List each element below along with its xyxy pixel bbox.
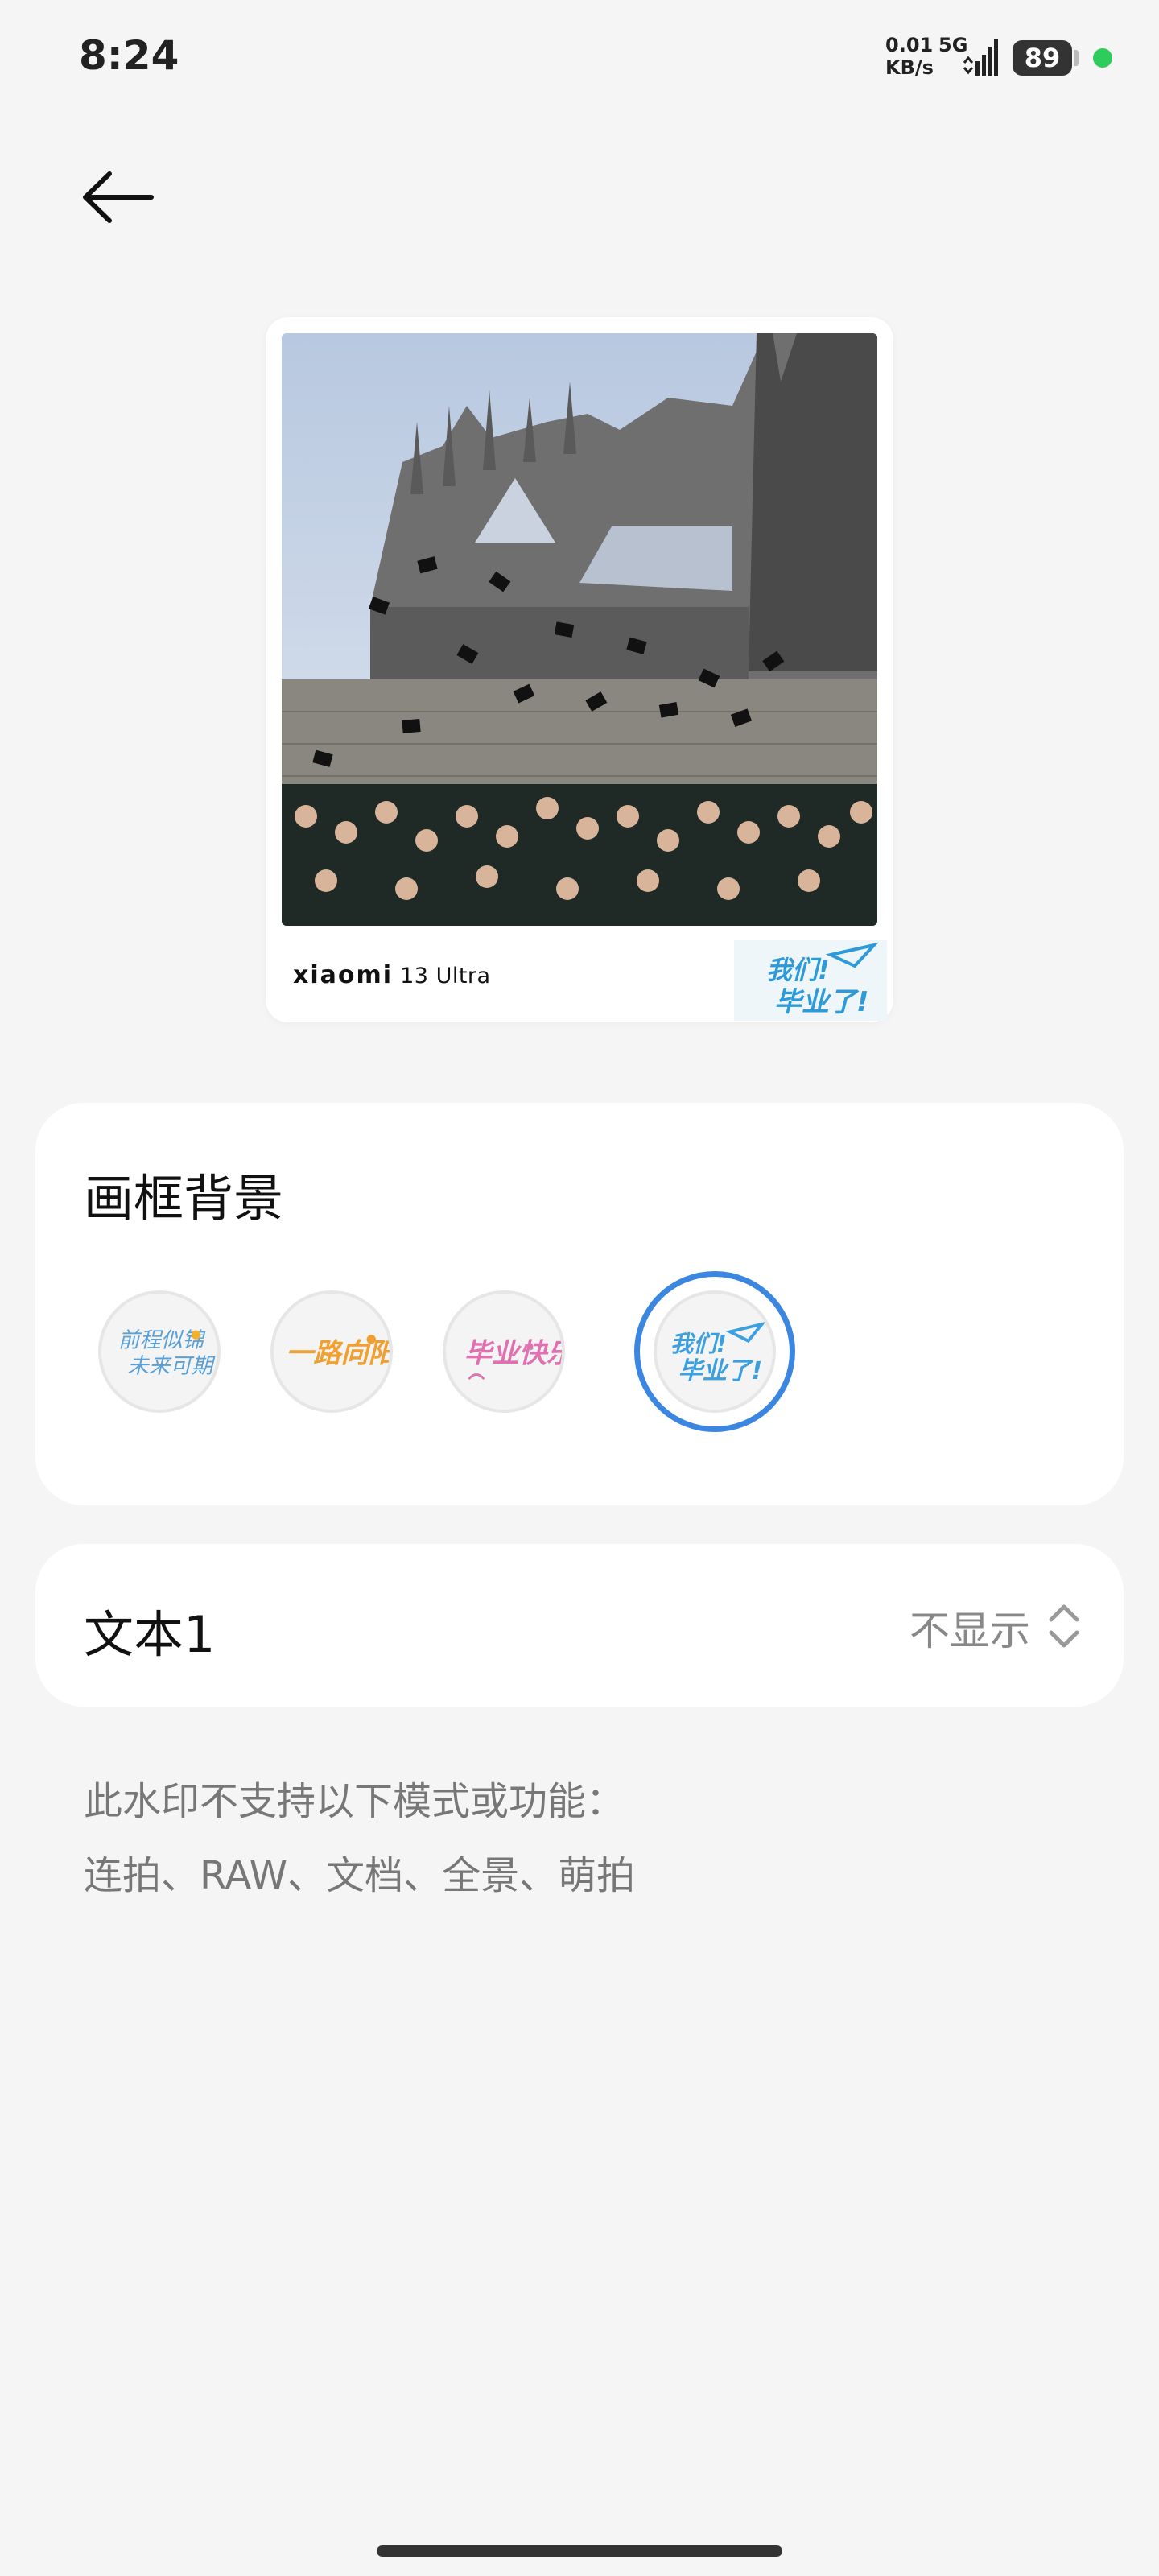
svg-text:毕业了!: 毕业了! <box>678 1357 763 1385</box>
option-3-art: 毕业快乐 <box>464 1337 562 1381</box>
network-speed-unit: KB/s <box>885 56 934 79</box>
brand-signature: xiaomi 13 Ultra <box>293 961 491 989</box>
svg-text:毕业快乐: 毕业快乐 <box>464 1337 562 1369</box>
svg-text:前程似锦: 前程似锦 <box>118 1327 206 1352</box>
background-option-2[interactable]: 一路向阳 <box>270 1290 393 1413</box>
back-arrow-icon <box>83 171 154 223</box>
watermark-preview-card: xiaomi 13 Ultra 我们! 毕业了! <box>266 317 893 1022</box>
chevron-up-down-icon[interactable] <box>1046 1600 1082 1652</box>
background-option-1[interactable]: 前程似锦 未来可期 <box>98 1290 221 1413</box>
brand-name: xiaomi <box>293 961 394 989</box>
brand-model: 13 Ultra <box>400 964 491 989</box>
option-4-art: 我们! 毕业了! <box>670 1321 766 1385</box>
svg-text:我们!: 我们! <box>766 955 830 985</box>
background-option-4-selected[interactable]: 我们! 毕业了! <box>634 1271 795 1432</box>
note-line-1: 此水印不支持以下模式或功能： <box>84 1779 625 1824</box>
option-2-art: 一路向阳 <box>286 1335 390 1369</box>
text1-setting-row[interactable]: 文本1 不显示 <box>35 1544 1124 1707</box>
svg-text:我们!: 我们! <box>670 1331 727 1357</box>
privacy-indicator-dot <box>1093 48 1112 68</box>
signal-icon <box>963 39 998 76</box>
svg-text:未来可期: 未来可期 <box>127 1354 216 1379</box>
status-bar: 8:24 0.01 KB/s 5G 89 <box>0 0 1159 121</box>
frame-background-section: 画框背景 前程似锦 未来可期 一路向阳 毕业快乐 我们! 毕业了! <box>35 1103 1124 1505</box>
frame-background-title: 画框背景 <box>84 1169 284 1228</box>
battery-tip <box>1074 50 1079 66</box>
note-line-2: 连拍、RAW、文档、全景、萌拍 <box>84 1853 636 1898</box>
text1-value[interactable]: 不显示 <box>909 1599 1030 1657</box>
graduation-watermark-logo: 我们! 毕业了! <box>734 940 887 1021</box>
status-time: 8:24 <box>79 32 179 79</box>
background-option-3[interactable]: 毕业快乐 <box>443 1290 565 1413</box>
home-indicator[interactable] <box>377 2545 782 2557</box>
back-button[interactable] <box>77 161 158 233</box>
option-4-inner: 我们! 毕业了! <box>654 1290 776 1413</box>
option-1-art: 前程似锦 未来可期 <box>118 1327 216 1379</box>
network-speed: 0.01 KB/s <box>885 34 934 79</box>
unsupported-modes-note: 此水印不支持以下模式或功能： 连拍、RAW、文档、全景、萌拍 <box>84 1765 635 1913</box>
preview-photo <box>282 333 877 926</box>
network-speed-value: 0.01 <box>885 34 934 56</box>
text1-label: 文本1 <box>84 1605 216 1664</box>
battery-level: 89 <box>1013 40 1072 76</box>
svg-text:毕业了!: 毕业了! <box>774 986 869 1018</box>
